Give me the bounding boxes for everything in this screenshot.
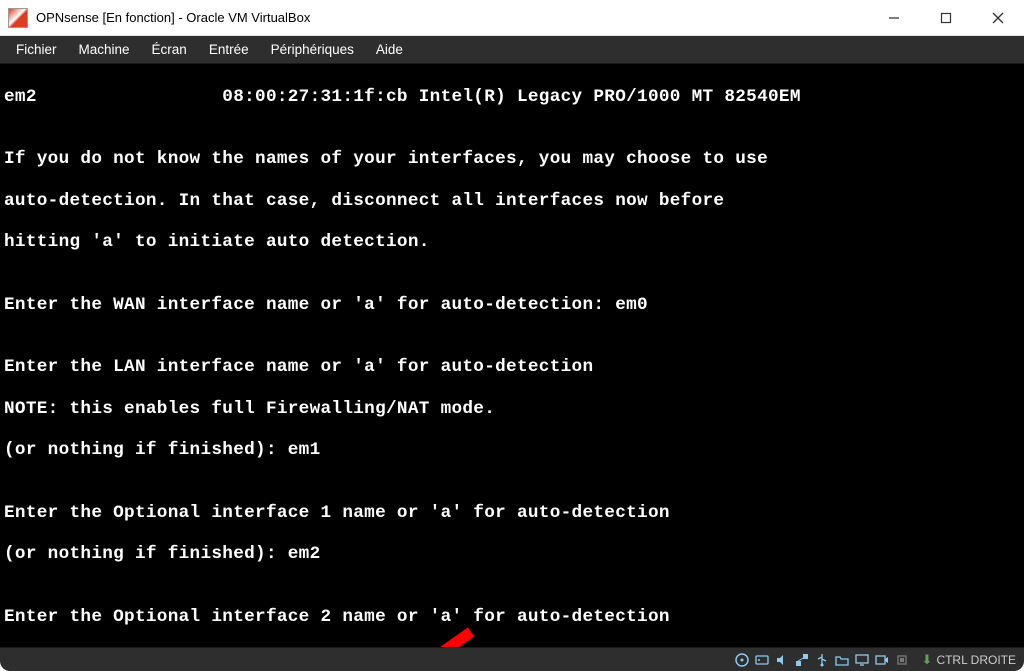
hostkey-label: CTRL DROITE bbox=[936, 653, 1016, 667]
console-line: Enter the Optional interface 1 name or '… bbox=[0, 503, 1024, 524]
console-line: (or nothing if finished): em1 bbox=[0, 440, 1024, 461]
console-line: auto-detection. In that case, disconnect… bbox=[0, 191, 1024, 212]
hdd-icon[interactable] bbox=[754, 652, 770, 668]
console-line: NOTE: this enables full Firewalling/NAT … bbox=[0, 399, 1024, 420]
statusbar: ⬇ CTRL DROITE bbox=[0, 647, 1024, 671]
processor-icon[interactable] bbox=[894, 652, 910, 668]
menu-aide[interactable]: Aide bbox=[366, 39, 413, 60]
status-icons bbox=[734, 652, 910, 668]
window-title: OPNsense [En fonction] - Oracle VM Virtu… bbox=[36, 10, 310, 25]
console-line: hitting 'a' to initiate auto detection. bbox=[0, 232, 1024, 253]
hostkey-indicator[interactable]: ⬇ CTRL DROITE bbox=[922, 652, 1016, 668]
vm-window: OPNsense [En fonction] - Oracle VM Virtu… bbox=[0, 0, 1024, 671]
console-line: Enter the LAN interface name or 'a' for … bbox=[0, 357, 1024, 378]
menubar: Fichier Machine Écran Entrée Périphériqu… bbox=[0, 36, 1024, 64]
minimize-button[interactable] bbox=[868, 0, 920, 36]
usb-icon[interactable] bbox=[814, 652, 830, 668]
display-icon[interactable] bbox=[854, 652, 870, 668]
shared-folder-icon[interactable] bbox=[834, 652, 850, 668]
close-button[interactable] bbox=[972, 0, 1024, 36]
recording-icon[interactable] bbox=[874, 652, 890, 668]
menu-peripheriques[interactable]: Périphériques bbox=[261, 39, 364, 60]
virtualbox-icon bbox=[8, 8, 28, 28]
console-line: Enter the WAN interface name or 'a' for … bbox=[0, 295, 1024, 316]
menu-machine[interactable]: Machine bbox=[69, 39, 140, 60]
menu-entree[interactable]: Entrée bbox=[199, 39, 259, 60]
console-line: If you do not know the names of your int… bbox=[0, 149, 1024, 170]
window-controls bbox=[868, 0, 1024, 36]
disc-icon[interactable] bbox=[734, 652, 750, 668]
network-icon[interactable] bbox=[794, 652, 810, 668]
menu-fichier[interactable]: Fichier bbox=[6, 39, 67, 60]
menu-ecran[interactable]: Écran bbox=[142, 39, 197, 60]
vm-console[interactable]: em2 08:00:27:31:1f:cb Intel(R) Legacy PR… bbox=[0, 64, 1024, 647]
audio-icon[interactable] bbox=[774, 652, 790, 668]
titlebar: OPNsense [En fonction] - Oracle VM Virtu… bbox=[0, 0, 1024, 36]
console-line: Enter the Optional interface 2 name or '… bbox=[0, 607, 1024, 628]
hostkey-arrow-icon: ⬇ bbox=[922, 652, 933, 668]
maximize-button[interactable] bbox=[920, 0, 972, 36]
console-line: (or nothing if finished): em2 bbox=[0, 544, 1024, 565]
console-line: em2 08:00:27:31:1f:cb Intel(R) Legacy PR… bbox=[0, 87, 1024, 108]
